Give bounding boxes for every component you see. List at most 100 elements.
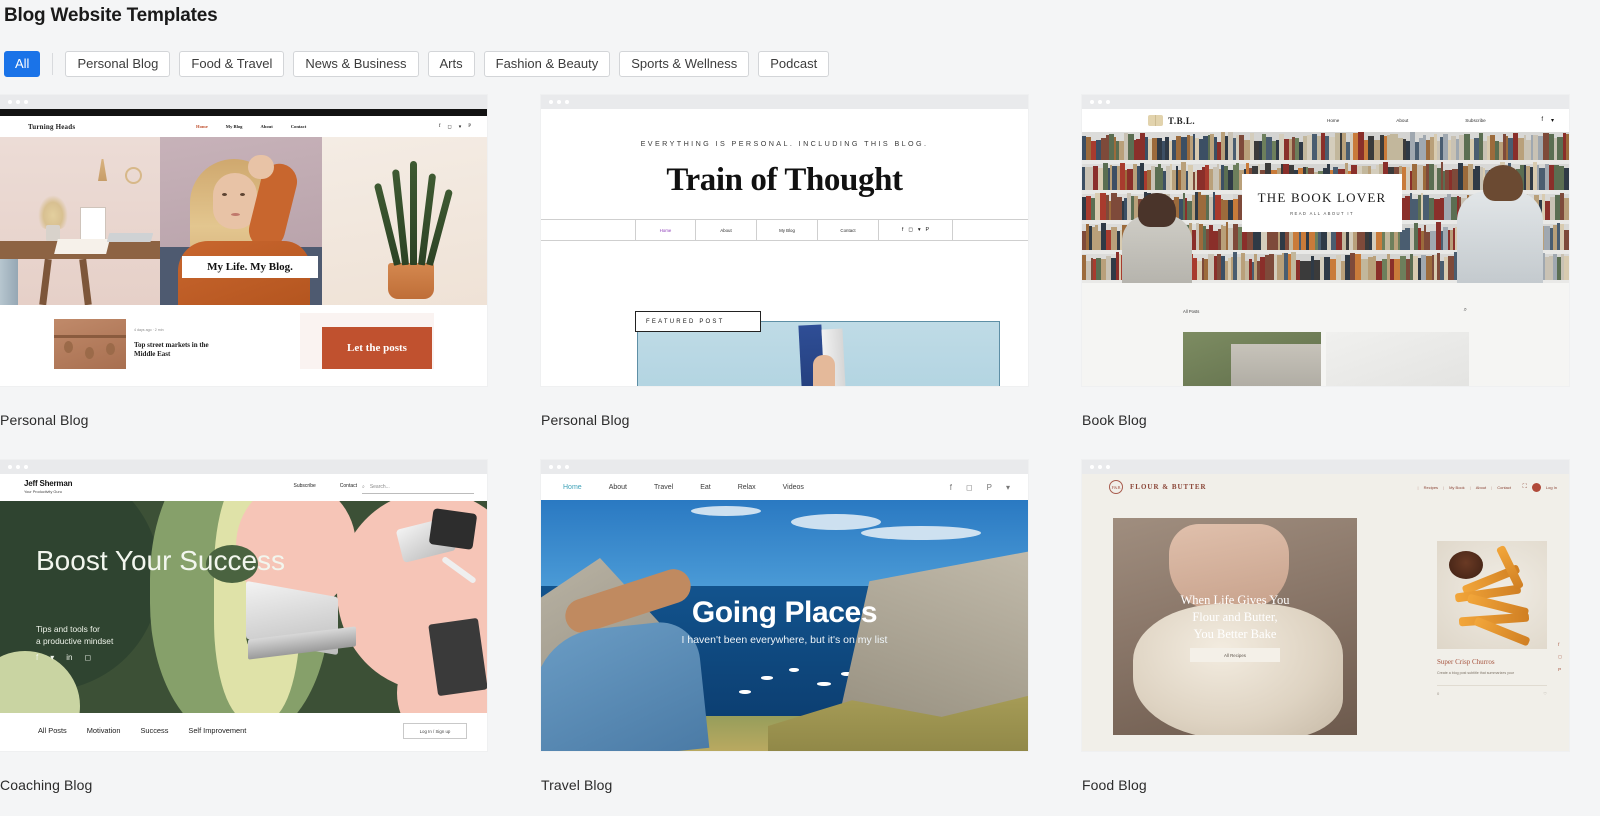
post-card[interactable]: 4 days ago · 2 min Top street markets in…	[126, 319, 224, 369]
hero-title-card: THE BOOK LOVER READ ALL ABOUT IT	[1242, 174, 1402, 232]
linkedin-icon[interactable]: in	[66, 653, 72, 662]
site-logo[interactable]: F&B FLOUR & BUTTER	[1109, 480, 1207, 494]
nav-link-relax[interactable]: Relax	[738, 484, 756, 491]
nav-link-recipes[interactable]: Recipes	[1424, 485, 1438, 490]
site-navbar: Home About My Blog Contact f ◻ ▾ P	[541, 219, 1028, 241]
nav-link-travel[interactable]: Travel	[654, 484, 673, 491]
person-left	[1122, 193, 1192, 283]
template-card-flour-and-butter[interactable]: F&B FLOUR & BUTTER | Recipes | My Book |	[1082, 460, 1569, 793]
search-input[interactable]: ⌕ Search...	[362, 480, 474, 494]
facebook-icon[interactable]: f	[1541, 117, 1543, 124]
template-card-jeff-sherman[interactable]: Jeff Sherman Your Productivity Guru Subs…	[0, 460, 487, 793]
twitter-icon[interactable]: ▾	[459, 124, 462, 130]
instagram-icon[interactable]: ◻	[448, 124, 452, 130]
nav-link-about[interactable]: About	[1476, 485, 1486, 490]
avatar[interactable]	[1531, 482, 1541, 492]
nav-link-home[interactable]: Home	[635, 220, 696, 240]
post-thumbnail[interactable]	[1183, 332, 1321, 386]
pinterest-icon[interactable]: P	[926, 227, 930, 233]
instagram-icon[interactable]: ◻	[1558, 654, 1562, 660]
twitter-icon[interactable]: ▾	[1006, 483, 1010, 492]
filter-chip-fashion-beauty[interactable]: Fashion & Beauty	[483, 51, 611, 77]
search-icon[interactable]: ⌕	[1464, 307, 1467, 314]
template-preview-going-places[interactable]: Home About Travel Eat Relax Videos f ◻ P…	[541, 460, 1028, 751]
nav-link-my-book[interactable]: My Book	[1449, 485, 1465, 490]
nav-link-self-improvement[interactable]: Self Improvement	[188, 726, 246, 735]
all-posts-link[interactable]: All Posts	[1183, 309, 1199, 314]
instagram-icon[interactable]: ◻	[84, 653, 91, 662]
nav-link-home[interactable]: Home	[563, 484, 582, 491]
cta-banner[interactable]: Let the posts	[322, 327, 432, 369]
filter-chip-arts[interactable]: Arts	[427, 51, 475, 77]
nav-link-contact[interactable]: Contact	[340, 483, 357, 489]
twitter-icon[interactable]: ▾	[50, 653, 54, 662]
twitter-icon[interactable]: ▾	[1551, 117, 1554, 124]
nav-link-contact[interactable]: Contact	[291, 124, 307, 129]
page-title: Blog Website Templates	[4, 5, 218, 26]
filter-chip-all[interactable]: All	[4, 51, 41, 77]
login-signup-button[interactable]: Log In / Sign up	[403, 723, 467, 739]
all-recipes-button[interactable]: All Recipes	[1190, 648, 1280, 662]
nav-link-about[interactable]: About	[260, 124, 272, 129]
pinterest-icon[interactable]: P	[987, 483, 992, 492]
nav-link-home[interactable]: Home	[196, 124, 208, 129]
site-hero: THE BOOK LOVER READ ALL ABOUT IT	[1082, 132, 1569, 283]
hero-title: THE BOOK LOVER	[1257, 190, 1387, 205]
nav-link-videos[interactable]: Videos	[783, 484, 804, 491]
hero-image-portrait	[160, 137, 322, 305]
nav-link-about[interactable]: About	[696, 220, 757, 240]
nav-link-my-blog[interactable]: My Blog	[757, 220, 818, 240]
nav-link-subscribe[interactable]: Subscribe	[1465, 118, 1485, 123]
pinterest-icon[interactable]: P	[1558, 667, 1562, 672]
facebook-icon[interactable]: f	[950, 483, 952, 492]
template-card-turning-heads[interactable]: Turning Heads Home My Blog About Contact…	[0, 95, 487, 428]
nav-link-home[interactable]: Home	[1327, 118, 1339, 123]
search-placeholder: Search...	[369, 483, 390, 490]
template-card-going-places[interactable]: Home About Travel Eat Relax Videos f ◻ P…	[541, 460, 1028, 793]
site-logo[interactable]: Turning Heads	[28, 123, 75, 131]
chrome-dot	[16, 100, 20, 104]
nav-link-about[interactable]: About	[609, 484, 627, 491]
post-thumbnail[interactable]	[1326, 332, 1469, 386]
site-bottom-nav: All Posts Motivation Success Self Improv…	[18, 714, 481, 751]
template-preview-the-book-lover[interactable]: T.B.L. Home About Subscribe f ▾ THE BOOK…	[1082, 95, 1569, 386]
twitter-icon[interactable]: ▾	[918, 227, 921, 233]
login-link[interactable]: Log In	[1546, 485, 1557, 490]
site-logo[interactable]: T.B.L.	[1148, 115, 1195, 126]
hero-title: Boost Your Success	[36, 545, 286, 576]
site-logo[interactable]: Jeff Sherman Your Productivity Guru	[24, 479, 72, 494]
template-preview-train-of-thought[interactable]: EVERYTHING IS PERSONAL. INCLUDING THIS B…	[541, 95, 1028, 386]
template-card-train-of-thought[interactable]: EVERYTHING IS PERSONAL. INCLUDING THIS B…	[541, 95, 1028, 428]
template-preview-jeff-sherman[interactable]: Jeff Sherman Your Productivity Guru Subs…	[0, 460, 487, 751]
facebook-icon[interactable]: f	[1558, 642, 1562, 647]
nav-link-contact[interactable]: Contact	[818, 220, 879, 240]
nav-link-contact[interactable]: Contact	[1497, 485, 1511, 490]
filter-chip-personal-blog[interactable]: Personal Blog	[65, 51, 171, 77]
instagram-icon[interactable]: ◻	[966, 483, 973, 492]
chrome-dot	[549, 100, 553, 104]
site-post-card[interactable]: Super Crisp Churros Create a blog post s…	[1437, 541, 1547, 696]
nav-link-subscribe[interactable]: Subscribe	[294, 483, 316, 489]
nav-link-success[interactable]: Success	[140, 726, 168, 735]
cart-icon[interactable]: ⛶	[1523, 484, 1527, 491]
chrome-dot	[1098, 100, 1102, 104]
nav-link-motivation[interactable]: Motivation	[87, 726, 121, 735]
nav-link-all-posts[interactable]: All Posts	[38, 726, 67, 735]
chrome-dot	[8, 465, 12, 469]
instagram-icon[interactable]: ◻	[908, 227, 912, 233]
filter-chip-podcast[interactable]: Podcast	[758, 51, 830, 77]
heart-icon[interactable]: ♡	[1543, 691, 1547, 696]
template-preview-flour-and-butter[interactable]: F&B FLOUR & BUTTER | Recipes | My Book |	[1082, 460, 1569, 751]
facebook-icon[interactable]: f	[439, 124, 441, 130]
facebook-icon[interactable]: f	[902, 227, 904, 233]
template-preview-turning-heads[interactable]: Turning Heads Home My Blog About Contact…	[0, 95, 487, 386]
facebook-icon[interactable]: f	[36, 653, 38, 662]
template-card-the-book-lover[interactable]: T.B.L. Home About Subscribe f ▾ THE BOOK…	[1082, 95, 1569, 428]
nav-link-eat[interactable]: Eat	[700, 484, 711, 491]
filter-chip-food-travel[interactable]: Food & Travel	[179, 51, 285, 77]
filter-chip-sports-wellness[interactable]: Sports & Wellness	[619, 51, 750, 77]
nav-link-about[interactable]: About	[1396, 118, 1408, 123]
pinterest-icon[interactable]: P	[468, 124, 471, 130]
filter-chip-news-business[interactable]: News & Business	[293, 51, 419, 77]
nav-link-my-blog[interactable]: My Blog	[226, 124, 243, 129]
